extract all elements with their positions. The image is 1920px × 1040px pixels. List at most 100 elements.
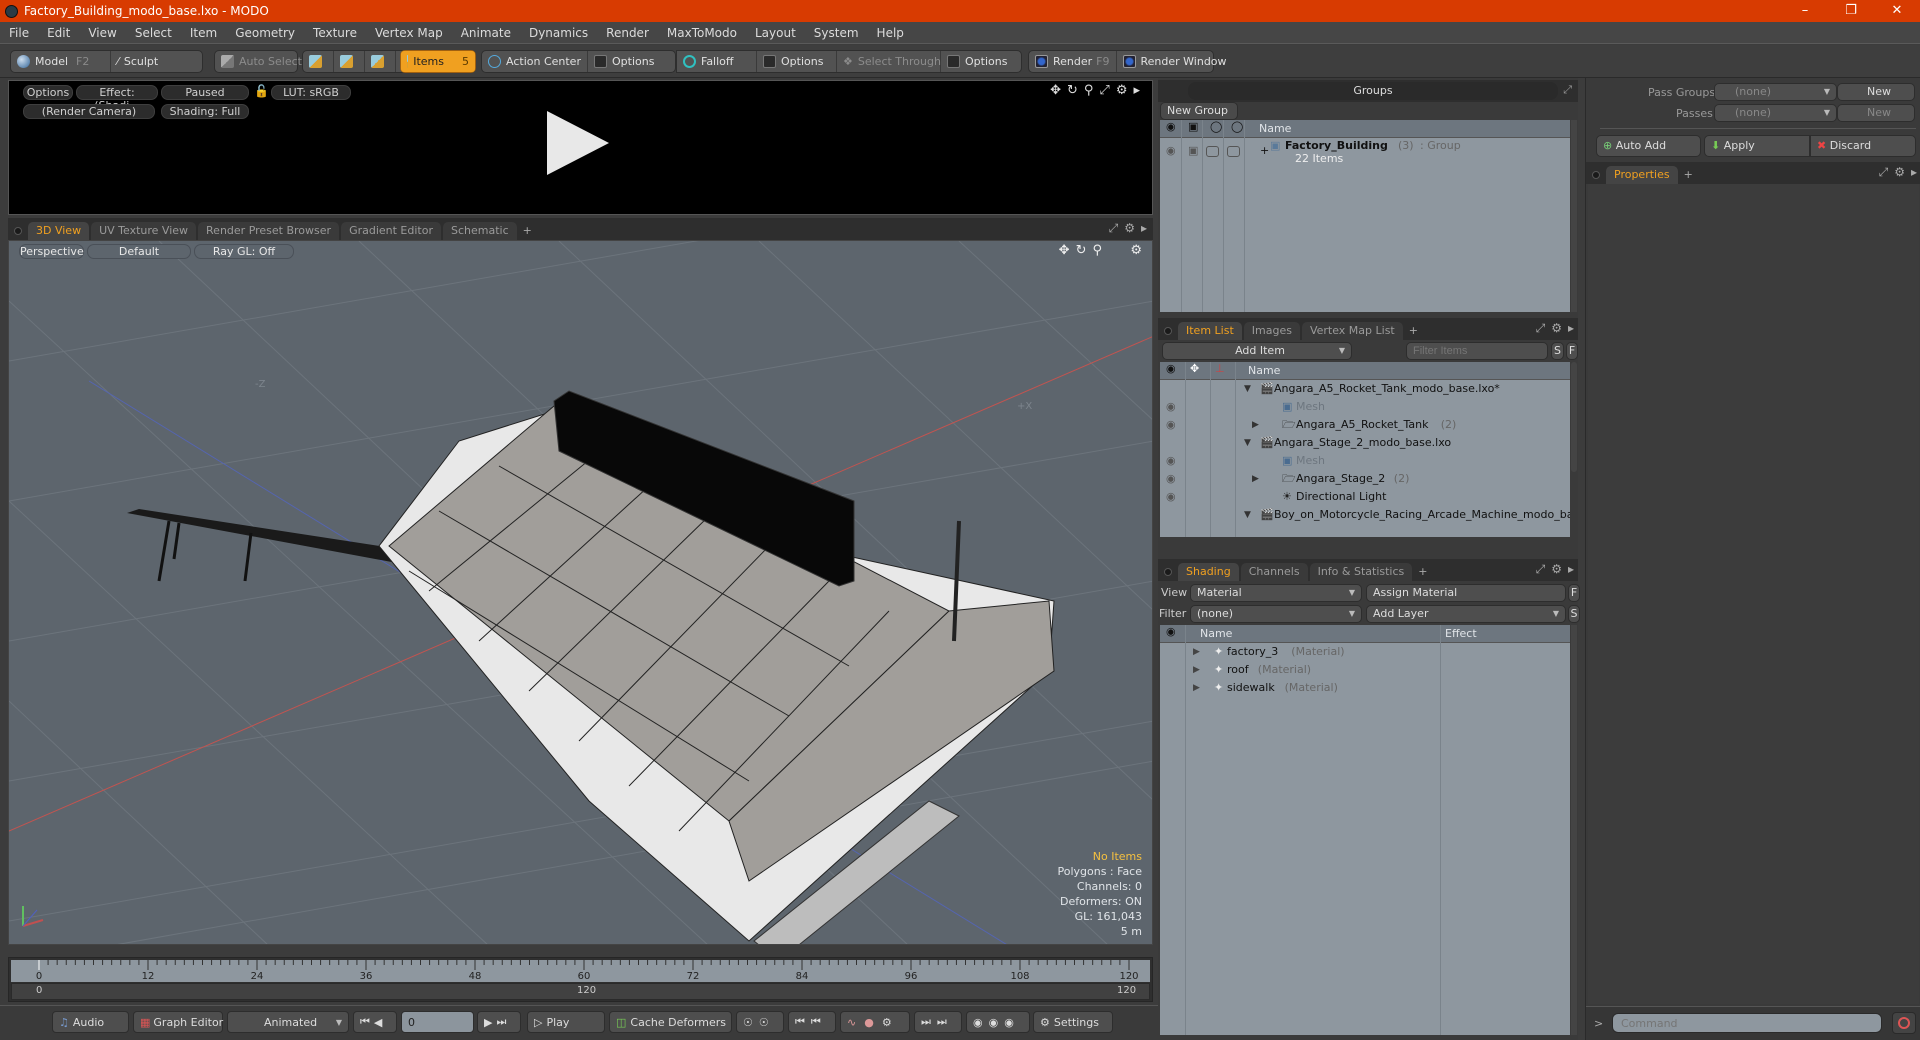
tab-shading[interactable]: Shading xyxy=(1178,563,1239,581)
add-tab-button[interactable]: + xyxy=(1680,166,1697,184)
close-button[interactable]: ✕ xyxy=(1874,0,1920,22)
tab-properties[interactable]: Properties xyxy=(1606,166,1678,184)
preview-status-button[interactable]: Paused xyxy=(161,85,249,100)
go-to-end-button[interactable]: ▶ ⏭ xyxy=(477,1011,521,1033)
item-list-row[interactable]: ◉ ▣ Mesh xyxy=(1160,452,1570,470)
arrow-right-icon[interactable]: ▸ xyxy=(1133,83,1140,98)
collapse-arrow-icon[interactable]: ▼ xyxy=(1244,380,1251,398)
item-list-row[interactable]: ◉ ☀ Directional Light xyxy=(1160,488,1570,506)
panel-dot-icon[interactable] xyxy=(14,227,22,235)
menu-system[interactable]: System xyxy=(805,26,868,40)
collapse-arrow-icon[interactable]: ▼ xyxy=(1244,506,1251,524)
play-button[interactable]: ▷ Play xyxy=(527,1011,605,1033)
cache-deformers-button[interactable]: ◫ Cache Deformers xyxy=(609,1011,732,1033)
gear-icon[interactable]: ⚙ xyxy=(1130,243,1142,258)
arrow-right-icon[interactable]: ▸ xyxy=(1911,165,1917,180)
menu-layout[interactable]: Layout xyxy=(746,26,805,40)
3d-viewport[interactable]: Perspective Default Ray GL: Off ✥ ↻ ⚲ ⚙ … xyxy=(8,240,1153,945)
graph-editor-button[interactable]: ▦ Graph Editor xyxy=(133,1011,223,1033)
gear-icon[interactable]: ⚙ xyxy=(1551,321,1562,336)
eye-icon[interactable]: ◉ xyxy=(1166,452,1176,470)
tab-gradient-editor[interactable]: Gradient Editor xyxy=(341,222,441,240)
new-pass-button[interactable]: New xyxy=(1837,104,1915,122)
gear-icon[interactable]: ⚙ xyxy=(1894,165,1905,180)
edges-mode-button[interactable] xyxy=(334,51,365,72)
add-layer-dropdown[interactable]: Add Layer ▼ xyxy=(1366,605,1566,623)
audio-button[interactable]: ♫ Audio xyxy=(52,1011,129,1033)
polygons-mode-button[interactable] xyxy=(365,51,396,72)
maximize-icon[interactable]: ⤢ xyxy=(1536,321,1546,336)
eye-icon[interactable]: ◉ xyxy=(1166,416,1176,434)
tab-channels[interactable]: Channels xyxy=(1240,563,1308,581)
maximize-icon[interactable]: ⤢ xyxy=(1536,562,1546,577)
expand-arrow-icon[interactable]: ▶ xyxy=(1252,470,1259,488)
groups-list[interactable]: ◉ ▣ ◯ ◯ Name ◉ ▣ + ▣ Factory_Building (3… xyxy=(1160,120,1570,312)
animated-dropdown[interactable]: Animated ▼ xyxy=(227,1011,349,1033)
auto-select-button[interactable]: Auto Select xyxy=(215,51,308,72)
item-list-row[interactable]: ◉ ▶ 🗁 Angara_A5_Rocket_Tank (2) xyxy=(1160,416,1570,434)
material-row[interactable]: ▶ ✦ roof (Material) xyxy=(1160,661,1570,679)
expand-arrow-icon[interactable]: ▶ xyxy=(1193,643,1200,661)
filter-items-input[interactable] xyxy=(1406,342,1548,360)
menu-render[interactable]: Render xyxy=(597,26,658,40)
new-group-button[interactable]: New Group xyxy=(1160,102,1238,120)
groups-scrollbar[interactable] xyxy=(1571,120,1577,312)
expand-arrow-icon[interactable]: ▶ xyxy=(1193,679,1200,697)
menu-texture[interactable]: Texture xyxy=(304,26,366,40)
pan-icon[interactable]: ✥ xyxy=(1059,243,1070,258)
shader-tree[interactable]: ◉ Name Effect ▶ ✦ factory_3 (Material) ▶ ✦ roo… xyxy=(1160,625,1570,1035)
timeline-range-bar[interactable]: 0 120 120 xyxy=(11,983,1150,1000)
pan-icon[interactable]: ✥ xyxy=(1050,83,1061,98)
auto-add-button[interactable]: ⊕ Auto Add xyxy=(1596,135,1701,157)
maximize-icon[interactable]: ⤢ xyxy=(1109,221,1119,236)
play-render-icon[interactable] xyxy=(547,111,609,175)
assign-material-button[interactable]: Assign Material xyxy=(1366,584,1566,602)
add-item-dropdown[interactable]: Add Item ▼ xyxy=(1162,342,1352,360)
panel-dot-icon[interactable] xyxy=(1164,327,1172,335)
menu-geometry[interactable]: Geometry xyxy=(226,26,304,40)
render-window-button[interactable]: Render Window xyxy=(1117,51,1233,72)
restore-button[interactable]: ❐ xyxy=(1828,0,1874,22)
pass-groups-dropdown[interactable]: (none) ▼ xyxy=(1714,83,1837,101)
action-center-options-button[interactable]: Options xyxy=(588,51,660,72)
channel-keys-group[interactable]: ◉ ◉ ◉ xyxy=(966,1011,1030,1033)
minimize-button[interactable]: – xyxy=(1782,0,1828,22)
discard-button[interactable]: ✖ Discard xyxy=(1810,135,1916,157)
keying-group[interactable]: ∿ ● ⚙ xyxy=(840,1011,910,1033)
falloff-options-button[interactable]: Options xyxy=(757,51,837,72)
collapse-arrow-icon[interactable]: ▼ xyxy=(1244,434,1251,452)
menu-file[interactable]: File xyxy=(0,26,38,40)
menu-dynamics[interactable]: Dynamics xyxy=(520,26,597,40)
menu-animate[interactable]: Animate xyxy=(452,26,520,40)
render-camera-dropdown[interactable]: (Render Camera) xyxy=(23,104,155,119)
maximize-icon[interactable]: ⤢ xyxy=(1563,83,1572,97)
item-list-scrollbar[interactable] xyxy=(1571,362,1577,472)
tab-3d-view[interactable]: 3D View xyxy=(28,222,90,240)
item-list-row[interactable]: ▼ 🎬 Angara_Stage_2_modo_base.lxo xyxy=(1160,434,1570,452)
tab-images[interactable]: Images xyxy=(1243,322,1300,340)
command-history-button[interactable] xyxy=(1892,1012,1916,1034)
item-list[interactable]: ◉ ✥ ⊥ Name ▼ 🎬 Angara_A5_Rocket_Tank_modo_… xyxy=(1160,362,1570,537)
menu-edit[interactable]: Edit xyxy=(38,26,79,40)
go-to-start-button[interactable]: ⏮ ◀ xyxy=(353,1011,397,1033)
item-list-row[interactable]: ◉ ▣ Mesh xyxy=(1160,398,1570,416)
gear-icon[interactable]: ⚙ xyxy=(1124,221,1135,236)
next-key-group[interactable]: ⏭ ⏭ xyxy=(914,1011,962,1033)
item-list-row[interactable]: ▼ 🎬 Boy_on_Motorcycle_Racing_Arcade_Machin… xyxy=(1160,506,1570,524)
items-mode-button[interactable]: Items 5 xyxy=(401,51,475,72)
menu-select[interactable]: Select xyxy=(126,26,181,40)
select-through-options-button[interactable]: Options xyxy=(941,51,1013,72)
add-tab-button[interactable]: + xyxy=(519,222,536,240)
zoom-icon[interactable]: ⚲ xyxy=(1092,243,1102,258)
menu-maxtomodo[interactable]: MaxToModo xyxy=(658,26,746,40)
sculpt-mode-button[interactable]: ⁄ Sculpt xyxy=(111,51,164,72)
tab-vertex-map-list[interactable]: Vertex Map List xyxy=(1301,322,1403,340)
menu-item[interactable]: Item xyxy=(181,26,226,40)
expand-arrow-icon[interactable]: ▶ xyxy=(1193,661,1200,679)
filter-dropdown[interactable]: (none) ▼ xyxy=(1190,605,1362,623)
eye-icon[interactable]: ◉ xyxy=(1166,470,1176,488)
panel-dot-icon[interactable] xyxy=(1164,568,1172,576)
current-frame-input[interactable]: 0 xyxy=(401,1011,474,1033)
eye-icon[interactable]: ◉ xyxy=(1166,488,1176,506)
view-dropdown[interactable]: Material ▼ xyxy=(1190,584,1362,602)
